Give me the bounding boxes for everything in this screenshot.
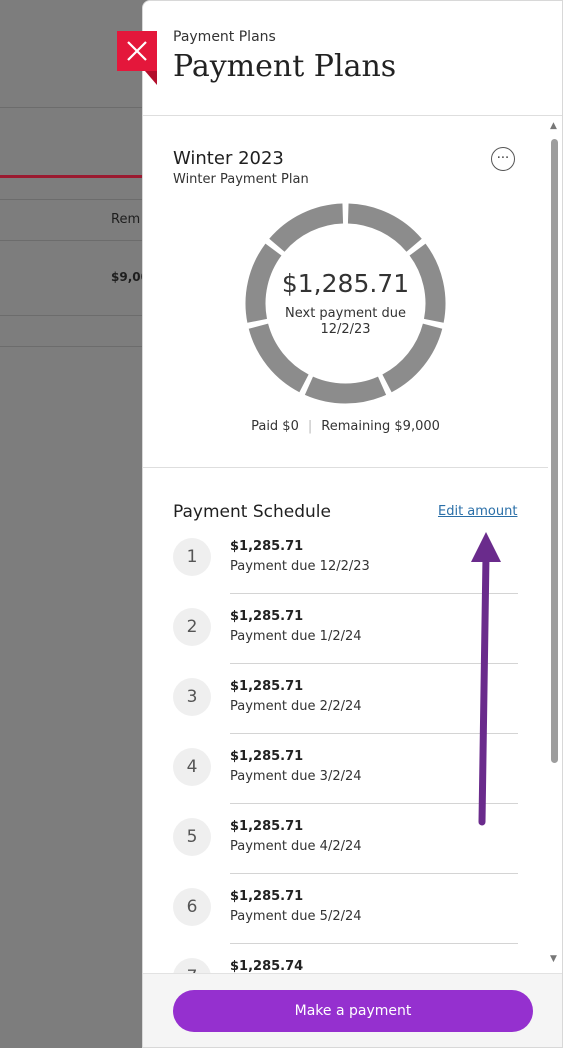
- payment-schedule-row: 4 $1,285.71 Payment due 3/2/24: [173, 748, 518, 818]
- plan-name: Winter 2023: [173, 148, 284, 169]
- payment-schedule-title: Payment Schedule: [173, 502, 331, 522]
- separator: |: [307, 419, 313, 434]
- scrollbar-thumb[interactable]: [551, 139, 558, 763]
- background-divider: [0, 107, 142, 108]
- background-divider: [0, 199, 142, 200]
- installment-number: 1: [173, 538, 211, 576]
- installment-number: 2: [173, 608, 211, 646]
- installment-due-date: Payment due 4/2/24: [230, 839, 362, 854]
- payment-schedule-row: 6 $1,285.71 Payment due 5/2/24: [173, 888, 518, 958]
- paid-amount: Paid $0: [251, 419, 299, 434]
- installment-number: 5: [173, 818, 211, 856]
- background-column-header: Rem: [111, 212, 141, 227]
- installment-amount: $1,285.71: [230, 679, 304, 694]
- installment-amount: $1,285.71: [230, 539, 304, 554]
- installment-due-date: Payment due 3/2/24: [230, 769, 362, 784]
- donut-segment: [304, 376, 387, 404]
- installment-amount: $1,285.71: [230, 819, 304, 834]
- more-options-button[interactable]: ···: [491, 147, 515, 171]
- installment-number: 3: [173, 678, 211, 716]
- background-tab-underline: [0, 175, 142, 178]
- donut-segment: [347, 203, 422, 252]
- payment-plans-panel: Payment Plans Payment Plans Winter 2023 …: [142, 0, 563, 1048]
- payment-schedule-row: 2 $1,285.71 Payment due 1/2/24: [173, 608, 518, 678]
- edit-amount-link[interactable]: Edit amount: [438, 504, 517, 519]
- installment-due-date: Payment due 1/2/24: [230, 629, 362, 644]
- installment-due-date: Payment due 5/2/24: [230, 909, 362, 924]
- donut-segment: [269, 203, 344, 252]
- background-divider: [0, 346, 142, 347]
- installment-due-date: Payment due 2/2/24: [230, 699, 362, 714]
- panel-title: Payment Plans: [173, 49, 397, 84]
- panel-header: Payment Plans Payment Plans: [143, 1, 562, 116]
- background-divider: [0, 240, 142, 241]
- ellipsis-icon: ···: [496, 151, 510, 166]
- payment-schedule-row: 3 $1,285.71 Payment due 2/2/24: [173, 678, 518, 748]
- payment-donut-chart: [245, 203, 446, 404]
- panel-footer: Make a payment: [143, 973, 562, 1047]
- background-page: Rem $9,00: [0, 0, 149, 1048]
- next-payment-date: 12/2/23: [320, 322, 371, 337]
- plan-type: Winter Payment Plan: [173, 172, 309, 187]
- installment-due-date: Payment due 12/2/23: [230, 559, 370, 574]
- close-button-tail: [145, 71, 157, 85]
- installment-amount: $1,285.71: [230, 749, 304, 764]
- installment-number: 4: [173, 748, 211, 786]
- row-divider: [230, 733, 518, 734]
- close-button[interactable]: [117, 31, 157, 71]
- panel-breadcrumb: Payment Plans: [173, 29, 276, 45]
- background-divider: [0, 315, 142, 316]
- next-payment-label: Next payment due: [285, 306, 406, 321]
- paid-remaining-summary: Paid $0 | Remaining $9,000: [143, 419, 548, 434]
- row-divider: [230, 663, 518, 664]
- installment-number: 6: [173, 888, 211, 926]
- make-payment-button[interactable]: Make a payment: [173, 990, 533, 1032]
- close-icon: [127, 41, 147, 61]
- payment-schedule-row: 1 $1,285.71 Payment due 12/2/23: [173, 538, 518, 608]
- row-divider: [230, 873, 518, 874]
- row-divider: [230, 943, 518, 944]
- installment-amount: $1,285.74: [230, 959, 304, 974]
- card-divider: [143, 467, 548, 468]
- row-divider: [230, 803, 518, 804]
- row-divider: [230, 593, 518, 594]
- remaining-amount: Remaining $9,000: [321, 419, 440, 434]
- installment-amount: $1,285.71: [230, 889, 304, 904]
- scroll-down-arrow-icon[interactable]: ▼: [550, 954, 557, 964]
- scroll-up-arrow-icon[interactable]: ▲: [550, 121, 557, 131]
- installment-amount: $1,285.71: [230, 609, 304, 624]
- payment-schedule-row: 5 $1,285.71 Payment due 4/2/24: [173, 818, 518, 888]
- next-payment-amount: $1,285.71: [281, 269, 410, 298]
